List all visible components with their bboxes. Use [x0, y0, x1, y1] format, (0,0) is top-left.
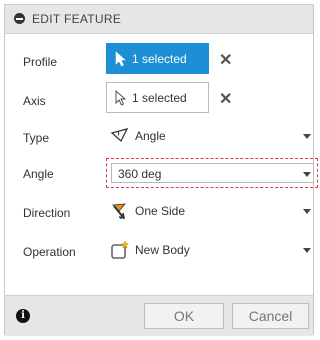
dialog-footer: i OK Cancel	[5, 295, 313, 336]
dialog-title: EDIT FEATURE	[32, 12, 122, 26]
direction-label: Direction	[23, 206, 71, 220]
cursor-arrow-icon	[115, 51, 126, 67]
axis-select-button[interactable]: 1 selected	[106, 82, 209, 113]
type-dropdown-value: Angle	[135, 129, 166, 143]
operation-dropdown-value: New Body	[135, 243, 190, 257]
angle-label: Angle	[23, 167, 54, 181]
edit-feature-dialog: EDIT FEATURE Profile 1 selected ✕ Axis 1…	[4, 4, 318, 336]
profile-label: Profile	[23, 55, 58, 69]
direction-dropdown[interactable]: One Side	[106, 199, 315, 225]
axis-label: Axis	[23, 94, 46, 108]
angle-input[interactable]: 360 deg	[111, 163, 301, 183]
profile-select-text: 1 selected	[132, 52, 187, 66]
angle-highlight-box: 360 deg	[106, 158, 318, 188]
chevron-down-icon	[303, 172, 311, 177]
axis-clear-icon[interactable]: ✕	[219, 89, 232, 109]
type-dropdown[interactable]: Angle	[106, 124, 315, 150]
chevron-down-icon	[303, 248, 311, 253]
angle-input-value: 360 deg	[118, 167, 162, 181]
info-icon[interactable]: i	[16, 309, 30, 323]
angle-icon	[110, 128, 129, 143]
operation-label: Operation	[23, 245, 76, 259]
chevron-down-icon	[303, 134, 311, 139]
axis-select-text: 1 selected	[132, 91, 187, 105]
profile-select-button[interactable]: 1 selected	[106, 43, 209, 74]
one-side-direction-icon	[112, 203, 128, 220]
new-body-icon	[111, 240, 130, 259]
dialog-header: EDIT FEATURE	[5, 5, 313, 34]
chevron-down-icon	[303, 209, 311, 214]
operation-dropdown[interactable]: New Body	[106, 238, 315, 264]
cancel-button[interactable]: Cancel	[232, 303, 309, 329]
type-label: Type	[23, 131, 50, 145]
direction-dropdown-value: One Side	[135, 204, 186, 218]
collapse-icon[interactable]	[14, 13, 25, 24]
angle-dropdown-button[interactable]	[300, 163, 314, 183]
ok-button[interactable]: OK	[144, 303, 224, 329]
cursor-arrow-icon	[115, 90, 127, 106]
profile-clear-icon[interactable]: ✕	[219, 50, 232, 70]
